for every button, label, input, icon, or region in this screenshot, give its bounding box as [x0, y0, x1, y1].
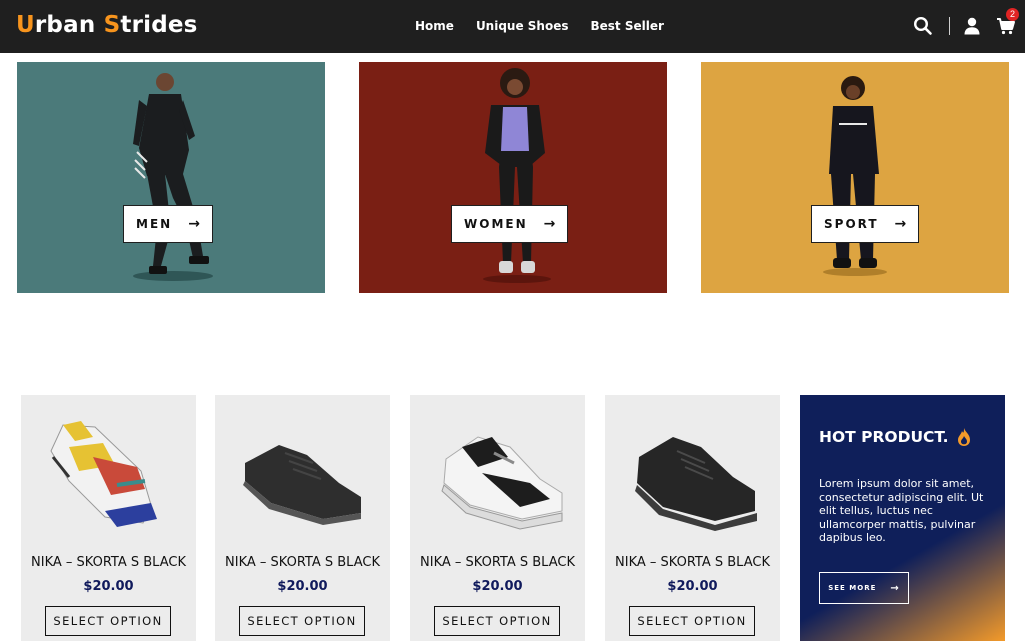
search-icon[interactable]: [913, 16, 933, 36]
product-card[interactable]: NIKA – SKORTA S BLACK $20.00 SELECT OPTI…: [410, 395, 585, 641]
category-men-banner[interactable]: MEN →: [17, 62, 325, 293]
main-nav: Home Unique Shoes Best Seller: [415, 19, 686, 33]
product-price: $20.00: [277, 579, 328, 594]
women-category-button[interactable]: WOMEN →: [451, 205, 569, 243]
site-header: Urban Strides Home Unique Shoes Best Sel…: [0, 0, 1025, 53]
sneaker-black-white-image: [441, 436, 563, 530]
product-name[interactable]: NIKA – SKORTA S BLACK: [605, 555, 780, 570]
brand-logo[interactable]: Urban Strides: [16, 12, 198, 38]
arrow-right-icon: →: [894, 216, 907, 232]
product-name[interactable]: NIKA – SKORTA S BLACK: [21, 555, 196, 570]
select-option-button[interactable]: SELECT OPTION: [629, 606, 755, 636]
sport-category-button[interactable]: SPORT →: [811, 205, 920, 243]
header-divider: [949, 17, 950, 35]
model-woman-image: [483, 68, 551, 283]
cart-count-badge: 2: [1006, 8, 1019, 21]
select-option-button[interactable]: SELECT OPTION: [45, 606, 171, 636]
product-card[interactable]: NIKA – SKORTA S BLACK $20.00 SELECT OPTI…: [21, 395, 196, 641]
sneaker-black-image: [243, 445, 361, 525]
hot-product-promo: HOT PRODUCT. Lorem ipsum dolor sit amet,…: [800, 395, 1005, 641]
model-man-image: [133, 73, 213, 281]
nav-best-seller[interactable]: Best Seller: [591, 19, 664, 33]
category-women-banner[interactable]: WOMEN →: [359, 62, 667, 293]
fire-icon: [958, 428, 970, 446]
product-card[interactable]: NIKA – SKORTA S BLACK $20.00 SELECT OPTI…: [605, 395, 780, 641]
men-category-button[interactable]: MEN →: [123, 205, 213, 243]
product-price: $20.00: [667, 579, 718, 594]
product-card[interactable]: NIKA – SKORTA S BLACK $20.00 SELECT OPTI…: [215, 395, 390, 641]
product-price: $20.00: [472, 579, 523, 594]
sneaker-colorful-image: [50, 421, 157, 527]
hot-product-description: Lorem ipsum dolor sit amet, consectetur …: [819, 477, 984, 544]
sneaker-all-black-image: [635, 437, 757, 531]
product-name[interactable]: NIKA – SKORTA S BLACK: [410, 555, 585, 570]
category-sport-banner[interactable]: SPORT →: [701, 62, 1009, 293]
user-icon[interactable]: [962, 16, 982, 36]
select-option-button[interactable]: SELECT OPTION: [434, 606, 560, 636]
model-kid-image: [823, 76, 887, 276]
see-more-button[interactable]: SEE MORE →: [819, 572, 909, 604]
arrow-right-icon: →: [890, 582, 900, 594]
product-name[interactable]: NIKA – SKORTA S BLACK: [215, 555, 390, 570]
product-price: $20.00: [83, 579, 134, 594]
nav-home[interactable]: Home: [415, 19, 454, 33]
nav-unique-shoes[interactable]: Unique Shoes: [476, 19, 569, 33]
arrow-right-icon: →: [543, 216, 556, 232]
select-option-button[interactable]: SELECT OPTION: [239, 606, 365, 636]
arrow-right-icon: →: [188, 216, 200, 232]
hot-product-title: HOT PRODUCT.: [819, 428, 949, 446]
